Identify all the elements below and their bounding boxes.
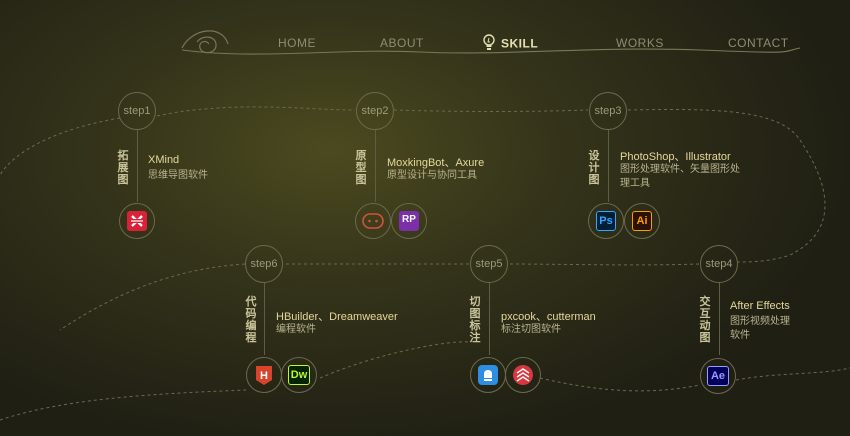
nav-works[interactable]: WORKS: [616, 36, 664, 50]
hbuilder-glyph: H: [260, 370, 268, 382]
step2-category: 原型图: [355, 150, 367, 186]
dreamweaver-tile: Dw: [288, 365, 310, 385]
step1-connector: [137, 130, 138, 202]
axure-icon: RP: [391, 203, 427, 239]
step5-badge: step5: [470, 245, 508, 283]
step3-category: 设计图: [588, 150, 600, 186]
step5-tools: pxcook、cutterman: [501, 311, 596, 323]
step4-desc-line1: 图形视频处理: [730, 316, 790, 327]
step1-badge: step1: [118, 92, 156, 130]
step4-badge: step4: [700, 245, 738, 283]
aftereffects-tile: Ae: [707, 366, 729, 386]
step1-desc: 思维导图软件: [148, 170, 208, 181]
step5-category: 切图标注: [469, 296, 481, 344]
cutterman-icon: [505, 357, 541, 393]
skill-page: HOME ABOUT SKILL WORKS CONTACT step1 拓展图…: [0, 0, 850, 436]
pxcook-icon: [470, 357, 506, 393]
step3-tools: PhotoShop、Illustrator: [620, 151, 731, 163]
nav-about[interactable]: ABOUT: [380, 36, 424, 50]
step2-badge: step2: [356, 92, 394, 130]
step3-badge: step3: [589, 92, 627, 130]
step1-category: 拓展图: [117, 150, 129, 186]
aftereffects-icon: Ae: [700, 358, 736, 394]
step3-desc-line1: 图形处理软件、矢量图形处: [620, 164, 740, 175]
nav-skill[interactable]: SKILL: [483, 34, 538, 55]
step6-tools: HBuilder、Dreamweaver: [276, 311, 398, 323]
main-nav: HOME ABOUT SKILL WORKS CONTACT: [0, 34, 850, 56]
photoshop-icon: Ps: [588, 203, 624, 239]
step1-tools: XMind: [148, 154, 180, 166]
step4-connector: [719, 283, 720, 355]
lightbulb-icon: [483, 34, 495, 55]
photoshop-tile: Ps: [596, 211, 616, 231]
step2-tools: MoxkingBot、Axure: [387, 157, 485, 169]
axure-tile: RP: [399, 211, 419, 231]
step5-connector: [489, 283, 490, 355]
nav-home[interactable]: HOME: [278, 36, 316, 50]
step2-connector: [375, 130, 376, 202]
illustrator-tile: Ai: [632, 211, 652, 231]
dreamweaver-icon: Dw: [281, 357, 317, 393]
nav-contact[interactable]: CONTACT: [728, 36, 789, 50]
step4-tools: After Effects: [730, 300, 790, 312]
step6-badge: step6: [245, 245, 283, 283]
step4-category: 交互动图: [699, 296, 711, 344]
step2-desc: 原型设计与协同工具: [387, 170, 477, 181]
step3-desc-line2: 理工具: [620, 178, 650, 189]
step6-category: 代码编程: [245, 296, 257, 344]
illustrator-icon: Ai: [624, 203, 660, 239]
step6-desc: 编程软件: [276, 324, 316, 335]
moxkingbot-icon: [355, 203, 391, 239]
step4-desc-line2: 软件: [730, 330, 750, 341]
step3-connector: [608, 130, 609, 202]
step6-connector: [264, 283, 265, 355]
step5-desc: 标注切图软件: [501, 324, 561, 335]
xmind-icon: [119, 203, 155, 239]
hbuilder-icon: H: [246, 357, 282, 393]
nav-skill-label: SKILL: [501, 36, 539, 51]
